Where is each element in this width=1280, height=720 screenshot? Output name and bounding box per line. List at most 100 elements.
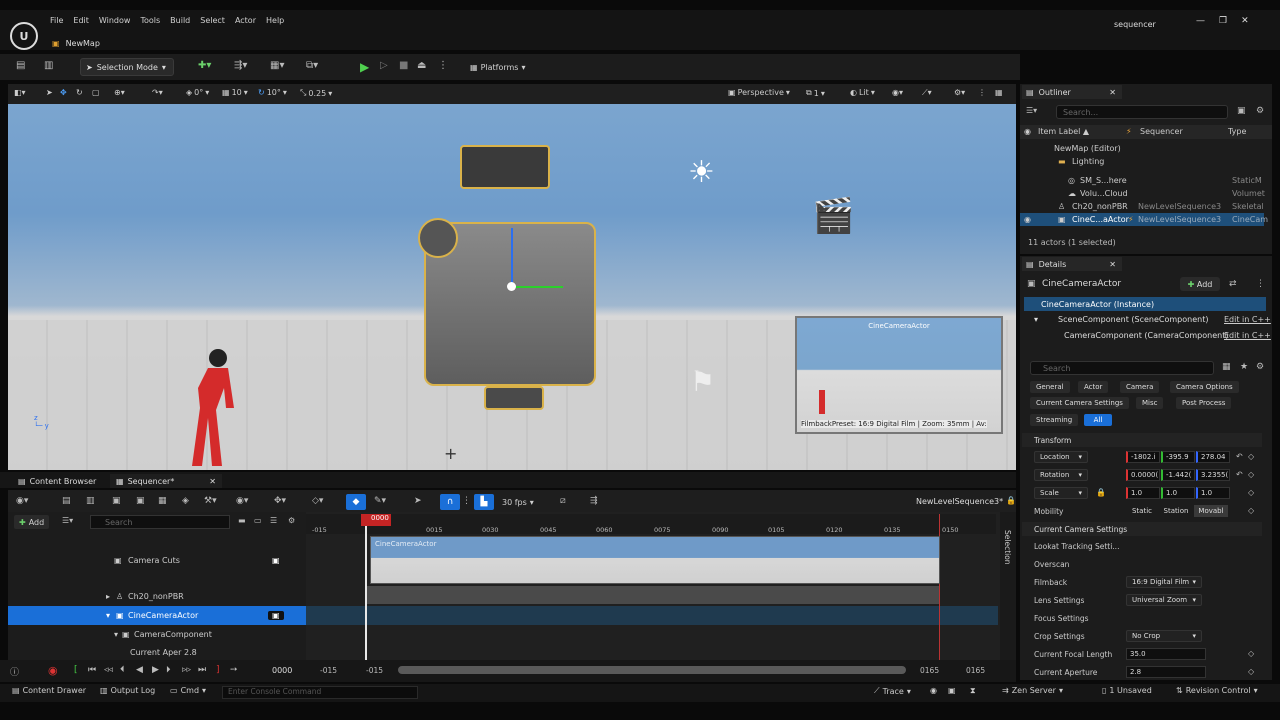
character-mesh[interactable]	[186, 348, 242, 470]
add-track-button[interactable]: ✚ Add	[14, 515, 50, 529]
track-search-input[interactable]: Search	[90, 515, 230, 529]
scale-snap[interactable]: ⤡ 0.25 ▾	[300, 88, 332, 98]
rotation-x[interactable]: 0.0000(	[1126, 469, 1160, 481]
minimize-icon[interactable]: —	[1196, 16, 1205, 26]
reset-icon[interactable]: ↶	[1236, 470, 1243, 479]
mode-icon[interactable]: ⧉▾	[306, 60, 318, 71]
camera-lock-icon[interactable]: ▣	[268, 611, 284, 620]
filter-misc[interactable]: Misc	[1136, 397, 1164, 409]
jump-start-icon[interactable]: ⏮	[88, 665, 96, 675]
expand-arrow-icon[interactable]: ▸	[106, 592, 110, 601]
info-icon[interactable]: ⓘ	[10, 665, 19, 678]
play-icon[interactable]: ▶	[360, 60, 369, 74]
filter-current-camera-settings[interactable]: Current Camera Settings	[1030, 397, 1129, 409]
close-icon[interactable]: ✕	[209, 477, 216, 486]
edit-cpp-link[interactable]: Edit in C++	[1224, 315, 1271, 324]
save-icon[interactable]: ▤	[16, 60, 25, 71]
next-frame-icon[interactable]: ⏵	[166, 665, 171, 675]
cmd-button[interactable]: ▭ Cmd ▾	[170, 686, 206, 695]
filter-camera-options[interactable]: Camera Options	[1170, 381, 1239, 393]
gizmo-y-axis[interactable]	[513, 286, 563, 288]
layout-icon[interactable]: ▦	[995, 88, 1003, 97]
outliner-row[interactable]: ☁ Volu...Cloud Volumet	[1020, 187, 1265, 200]
grid-icon[interactable]: ▦	[1222, 362, 1231, 372]
expand-arrow-icon[interactable]: ▾	[114, 630, 118, 639]
rotation-y[interactable]: -1.442(	[1161, 469, 1195, 481]
outliner-row[interactable]: NewMap (Editor)	[1020, 142, 1264, 155]
visibility-icon[interactable]: ◉	[1024, 215, 1031, 224]
rotation-dropdown[interactable]: Rotation ▾	[1034, 469, 1088, 481]
view-end[interactable]: 0165	[920, 666, 939, 675]
more-icon[interactable]: ⋮	[1256, 279, 1265, 289]
expand-icon[interactable]: ▾	[1034, 315, 1038, 324]
viewport-menu-icon[interactable]: ◧▾	[14, 88, 26, 97]
maximize-icon[interactable]: ❐	[1219, 16, 1227, 26]
star-icon[interactable]: ★	[1240, 362, 1248, 372]
fps-dropdown[interactable]: 30 fps ▾	[502, 494, 534, 510]
eject-icon[interactable]: ⏏	[417, 60, 426, 71]
column-item-label[interactable]: Item Label ▲	[1038, 127, 1089, 136]
play-frame[interactable]: 0000	[272, 666, 292, 675]
menu-actor[interactable]: Actor	[230, 16, 261, 30]
section-transform[interactable]: Transform	[1022, 433, 1262, 447]
track-camera-component[interactable]: ▾ ▣ CameraComponent	[8, 625, 306, 644]
focus-settings[interactable]: Focus Settings	[1034, 614, 1089, 623]
scale-x[interactable]: 1.0	[1126, 487, 1160, 499]
level-sequence-icon[interactable]: 🎬	[812, 196, 854, 236]
outliner-row[interactable]: ◎ SM_S...here StaticM	[1020, 174, 1264, 187]
settings-icon[interactable]: ⚙	[1256, 362, 1264, 372]
directional-light-icon[interactable]: ☀	[688, 155, 728, 195]
fx-icon[interactable]: ◈	[182, 496, 189, 506]
perspective-button[interactable]: ▣ Perspective ▾	[728, 88, 790, 97]
console-input[interactable]: Enter Console Command	[222, 686, 418, 699]
list-icon[interactable]: ☰	[270, 516, 277, 525]
angle-snap[interactable]: ◈ 0° ▾	[186, 88, 209, 97]
surface-snap-icon[interactable]: ↷▾	[152, 88, 163, 97]
record-icon[interactable]: ◉	[48, 664, 58, 677]
platforms-button[interactable]: ▦ Platforms ▾	[470, 58, 525, 76]
stop-icon[interactable]: ■	[399, 60, 408, 71]
range-end[interactable]: 0165	[966, 666, 985, 675]
blueprint-icon[interactable]: ⇶▾	[234, 60, 247, 71]
column-type[interactable]: Type	[1228, 127, 1246, 136]
mobility-station[interactable]: Station	[1160, 505, 1192, 517]
filmstrip-icon[interactable]: ▦	[158, 496, 167, 506]
selection-mode-button[interactable]: ➤ Selection Mode ▾	[80, 58, 174, 76]
world-local-icon[interactable]: ⊕▾	[114, 88, 125, 97]
scene-component[interactable]: SceneComponent (SceneComponent)	[1058, 315, 1208, 324]
filter-post-process[interactable]: Post Process	[1176, 397, 1232, 409]
range-start[interactable]: -015	[320, 666, 337, 675]
reverse-icon[interactable]: ◀	[136, 665, 143, 675]
filter-icon[interactable]: ☰▾	[62, 516, 73, 525]
menu-help[interactable]: Help	[261, 16, 289, 30]
add-actor-icon[interactable]: ✚▾	[198, 60, 211, 71]
move-tool-icon[interactable]: ✥	[60, 88, 67, 97]
outliner-row[interactable]: ▬ Lighting	[1020, 155, 1264, 168]
browse-icon[interactable]: ▥	[86, 496, 95, 506]
menu-file[interactable]: File	[45, 16, 68, 30]
rotation-z[interactable]: 3.2355(	[1196, 469, 1230, 481]
range-start-icon[interactable]: [	[74, 665, 78, 675]
aperture-input[interactable]: 2.8	[1126, 666, 1206, 678]
curve-editor-icon[interactable]: ⧄	[560, 496, 566, 506]
section-current-camera-settings[interactable]: Current Camera Settings	[1022, 522, 1262, 536]
tab-content-browser[interactable]: ▤ Content Browser	[12, 474, 102, 488]
expand-icon[interactable]: ▭	[254, 516, 262, 525]
scale-tool-icon[interactable]: ▢	[92, 88, 100, 97]
cinematics-icon[interactable]: ▦▾	[270, 60, 284, 71]
keyframe-icon[interactable]: ◇	[1248, 452, 1254, 461]
track-current-aperture[interactable]: Current Aper 2.8	[8, 644, 306, 660]
outliner-search-input[interactable]: Search...	[1056, 105, 1228, 119]
current-frame[interactable]: 0000	[361, 514, 391, 526]
mobility-static[interactable]: Static	[1126, 505, 1158, 517]
column-sequencer[interactable]: Sequencer	[1140, 127, 1183, 136]
settings-icon[interactable]: ⚙▾	[954, 88, 965, 97]
filter-icon[interactable]: ☰▾	[1026, 106, 1037, 115]
pen-icon[interactable]: ✎▾	[374, 496, 386, 506]
filter-actor[interactable]: Actor	[1078, 381, 1109, 393]
more-icon[interactable]: ⋮	[462, 496, 471, 506]
crop-dropdown[interactable]: No Crop ▾	[1126, 630, 1202, 642]
collapse-icon[interactable]: ▬	[238, 516, 246, 525]
more-icon[interactable]: ⋮	[438, 60, 448, 71]
location-dropdown[interactable]: Location ▾	[1034, 451, 1088, 463]
